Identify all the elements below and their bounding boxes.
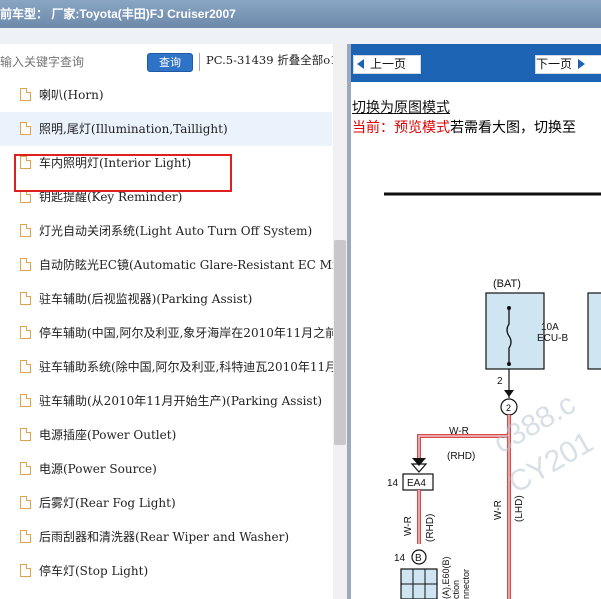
search-button[interactable]: 查询	[147, 53, 193, 72]
wire-label-wr: W-R	[449, 426, 469, 437]
tree-item[interactable]: 电源插座(Power Outlet)	[0, 418, 332, 452]
bat-label: (BAT)	[493, 278, 521, 290]
fuse-box	[485, 292, 545, 370]
tree-item-label: 喇叭(Horn)	[39, 88, 104, 102]
fuse-terminal-top	[507, 306, 511, 310]
search-bar: 查询 PC.5-31439 折叠全部o1)	[0, 44, 347, 80]
prev-page-label: 上一页	[370, 57, 407, 71]
document-icon	[20, 258, 31, 271]
window-title-bar: 前车型： 厂家:Toyota(丰田)FJ Cruiser2007	[0, 0, 601, 28]
tree-item-label: 停车辅助(中国,阿尔及利亚,象牙海岸在2010年11月之前)	[39, 326, 342, 340]
tree-item[interactable]: 灯光自动关闭系统(Light Auto Turn Off System)	[0, 214, 332, 248]
connector-word-2: nnector	[461, 569, 471, 599]
document-icon	[20, 122, 31, 135]
tree-item-label: 电源插座(Power Outlet)	[39, 428, 177, 442]
tree-item[interactable]: 驻车辅助系统(除中国,阿尔及利亚,科特迪瓦2010年11月)	[0, 350, 342, 384]
pc-info-text: PC.5-31439 折叠全部o1)	[206, 53, 342, 67]
fuse-name: ECU-B	[537, 333, 568, 344]
toolbar-gap	[0, 28, 601, 44]
tree-item[interactable]: 自动防眩光EC镜(Automatic Glare-Resistant EC Mi…	[0, 248, 347, 282]
tree-item[interactable]: 驻车辅助(从2010年11月开始生产)(Parking Assist)	[0, 384, 332, 418]
selection-highlight-box	[14, 154, 232, 192]
document-icon	[20, 462, 31, 475]
connector-b-num: 14	[394, 553, 406, 564]
connector-name: EA4	[407, 478, 426, 489]
wiring-diagram: (BAT) 10A ECU-B 2 2 W-R (RHD) 14 EA4 W-R…	[384, 192, 601, 599]
wire-label-wr-vertical-1: W-R	[403, 516, 414, 536]
next-page-button[interactable]: 下一页	[535, 55, 601, 74]
tree-item-label: 自动防眩光EC镜(Automatic Glare-Resistant EC Mi…	[39, 258, 347, 272]
search-input[interactable]	[0, 52, 140, 72]
mode-current: 当前：预览模式	[352, 120, 450, 136]
window-title: 前车型： 厂家:Toyota(丰田)FJ Cruiser2007	[0, 7, 236, 21]
tree-item-label: 停车灯(Stop Light)	[39, 564, 149, 578]
tree-item-label: 电源(Power Source)	[39, 462, 157, 476]
search-divider	[199, 53, 200, 71]
tree-item-label: 驻车辅助(从2010年11月开始生产)(Parking Assist)	[39, 394, 323, 408]
fuse-out-arrow	[504, 390, 514, 397]
document-icon	[20, 530, 31, 543]
mode-status: 当前：预览模式若需看大图，切换至	[352, 117, 576, 137]
document-icon	[20, 292, 31, 305]
tree-item-label: 驻车辅助系统(除中国,阿尔及利亚,科特迪瓦2010年11月)	[39, 360, 342, 374]
tree-item-label: 灯光自动关闭系统(Light Auto Turn Off System)	[39, 224, 313, 238]
tree-item-label: 照明,尾灯(Illumination,Taillight)	[39, 122, 228, 136]
tree-item[interactable]: 后雾灯(Rear Fog Light)	[0, 486, 332, 520]
splice-label: 2	[506, 403, 511, 413]
connector-code: (A),E60(B)	[441, 556, 451, 599]
connector-word-1: ction	[451, 580, 461, 599]
left-panel: 查询 PC.5-31439 折叠全部o1) 喇叭(Horn) 照明,尾灯(Ill…	[0, 44, 347, 599]
tree-item[interactable]: 喇叭(Horn)	[0, 78, 332, 112]
next-page-label: 下一页	[536, 57, 573, 71]
document-icon	[20, 428, 31, 441]
fuse-pin-label: 2	[497, 376, 503, 387]
tree-item-selected[interactable]: 照明,尾灯(Illumination,Taillight)	[0, 112, 332, 146]
side-box	[587, 292, 601, 370]
connector-b-letter: B	[415, 553, 422, 564]
wire-label-rhd: (RHD)	[447, 451, 475, 462]
tree-item[interactable]: 驻车辅助(后视监视器)(Parking Assist)	[0, 282, 332, 316]
tree-item-label: 驻车辅助(后视监视器)(Parking Assist)	[39, 292, 253, 306]
document-icon	[20, 88, 31, 101]
tree-item[interactable]: 停车辅助(中国,阿尔及利亚,象牙海岸在2010年11月之前)	[0, 316, 342, 350]
viewer-panel: 上一页 下一页 切换为原图模式 当前：预览模式若需看大图，切换至 (BAT) 1…	[351, 44, 601, 599]
document-icon	[20, 326, 31, 339]
document-icon	[20, 496, 31, 509]
prev-page-button[interactable]: 上一页	[353, 55, 421, 74]
document-icon	[20, 360, 31, 373]
connector-arrow	[412, 458, 426, 466]
fuse-rating: 10A	[541, 322, 559, 333]
wire-label-rhd-vertical: (RHD)	[425, 514, 436, 542]
switch-to-original-link[interactable]: 切换为原图模式	[352, 97, 450, 117]
tree-item[interactable]: 停车灯(Stop Light)	[0, 554, 332, 588]
mode-hint: 若需看大图，切换至	[450, 120, 576, 136]
tree-item[interactable]: 电源(Power Source)	[0, 452, 332, 486]
wire-label-wr-vertical-2: W-R	[493, 500, 504, 520]
document-icon	[20, 394, 31, 407]
tree-scrollbar-thumb[interactable]	[334, 240, 346, 445]
tree-item[interactable]: 后雨刮器和清洗器(Rear Wiper and Washer)	[0, 520, 332, 554]
document-icon	[20, 224, 31, 237]
document-icon	[20, 564, 31, 577]
arrow-left-icon	[357, 58, 364, 69]
arrow-right-icon	[578, 58, 586, 69]
tree-item-label: 后雾灯(Rear Fog Light)	[39, 496, 176, 510]
viewer-nav-bar: 上一页 下一页	[351, 44, 601, 82]
connector-num: 14	[387, 478, 399, 489]
tree-item-label: 后雨刮器和清洗器(Rear Wiper and Washer)	[39, 530, 290, 544]
fuse-terminal-bottom	[507, 362, 511, 366]
